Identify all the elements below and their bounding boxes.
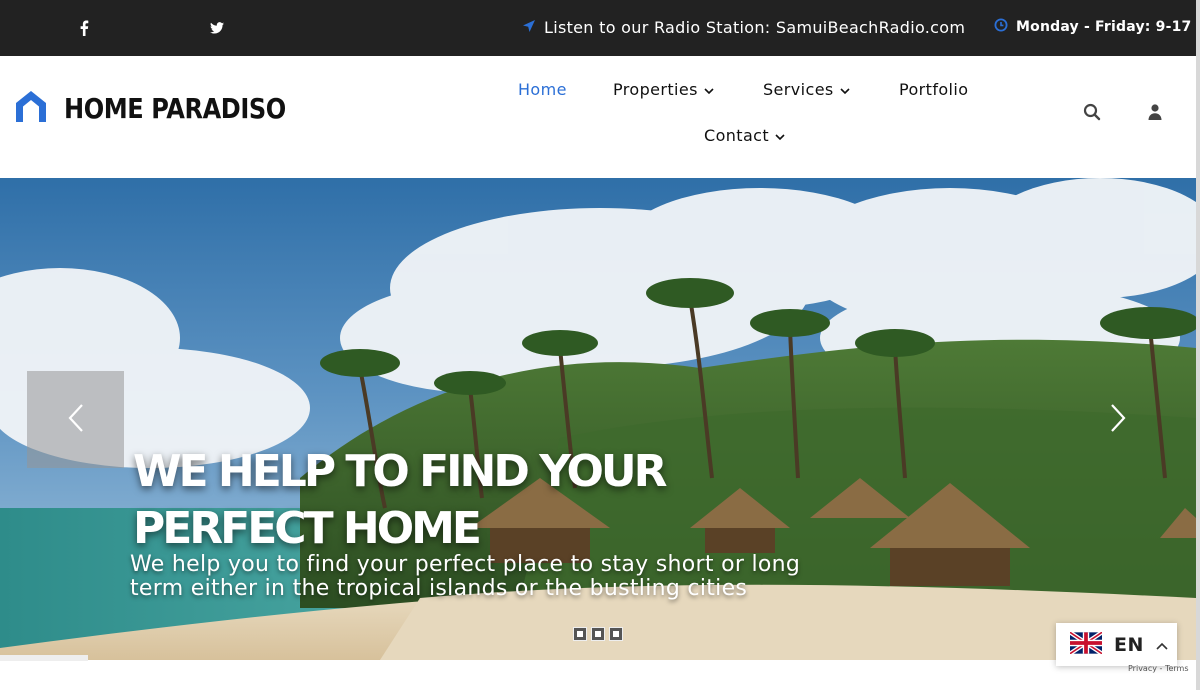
facebook-icon[interactable] — [74, 18, 94, 38]
user-icon[interactable] — [1145, 102, 1165, 122]
hero-headline: WE HELP TO FIND YOUR PERFECT HOME — [133, 443, 668, 557]
location-arrow-icon — [522, 18, 536, 37]
opening-hours: Monday - Friday: 9-17 — [994, 18, 1191, 36]
slider-dot[interactable] — [610, 628, 622, 640]
language-code: EN — [1114, 633, 1144, 656]
nav-services[interactable]: Services — [763, 80, 850, 99]
chevron-down-icon — [704, 80, 714, 99]
radio-text: Listen to our Radio Station: SamuiBeachR… — [544, 18, 966, 37]
hero-headline-line1: WE HELP TO FIND YOUR — [133, 446, 668, 497]
hero-headline-line2: PERFECT HOME — [133, 503, 482, 554]
nav-services-label: Services — [763, 80, 834, 99]
slider-next-button[interactable] — [1102, 404, 1134, 436]
hero-subline: We help you to find your perfect place t… — [130, 552, 801, 601]
uk-flag-icon — [1068, 630, 1104, 658]
nav-portfolio[interactable]: Portfolio — [899, 80, 968, 99]
chevron-left-icon — [67, 403, 85, 437]
radio-link[interactable]: Listen to our Radio Station: SamuiBeachR… — [522, 18, 965, 37]
top-bar: Listen to our Radio Station: SamuiBeachR… — [0, 0, 1200, 56]
nav-portfolio-label: Portfolio — [899, 80, 969, 99]
logo-text: HOME PARADISO — [64, 91, 286, 125]
bottom-tab — [0, 655, 88, 661]
nav-properties-label: Properties — [613, 80, 698, 99]
scrollbar[interactable] — [1196, 0, 1200, 690]
slider-dot[interactable] — [574, 628, 586, 640]
chevron-down-icon — [775, 126, 785, 145]
slider-pagination — [574, 628, 622, 640]
hero-slider: WE HELP TO FIND YOUR PERFECT HOME We hel… — [0, 178, 1196, 660]
nav-properties[interactable]: Properties — [613, 80, 714, 99]
nav-home-label: Home — [518, 80, 567, 99]
slider-dot[interactable] — [592, 628, 604, 640]
language-switcher[interactable]: EN — [1056, 623, 1177, 666]
site-logo[interactable]: HOME PARADISO — [12, 88, 322, 128]
chevron-down-icon — [840, 80, 850, 99]
search-icon[interactable] — [1082, 102, 1102, 122]
nav-contact[interactable]: Contact — [704, 126, 785, 145]
twitter-icon[interactable] — [207, 18, 227, 38]
house-logo-icon — [12, 88, 50, 128]
hours-text: Monday - Friday: 9-17 — [1016, 19, 1192, 35]
slider-prev-button[interactable] — [27, 371, 124, 468]
chevron-up-icon — [1156, 635, 1168, 654]
recaptcha-terms[interactable]: Privacy - Terms — [1128, 664, 1189, 673]
clock-icon — [994, 18, 1008, 36]
chevron-right-icon — [1109, 403, 1127, 437]
nav-home[interactable]: Home — [518, 80, 567, 99]
nav-contact-label: Contact — [704, 126, 770, 145]
